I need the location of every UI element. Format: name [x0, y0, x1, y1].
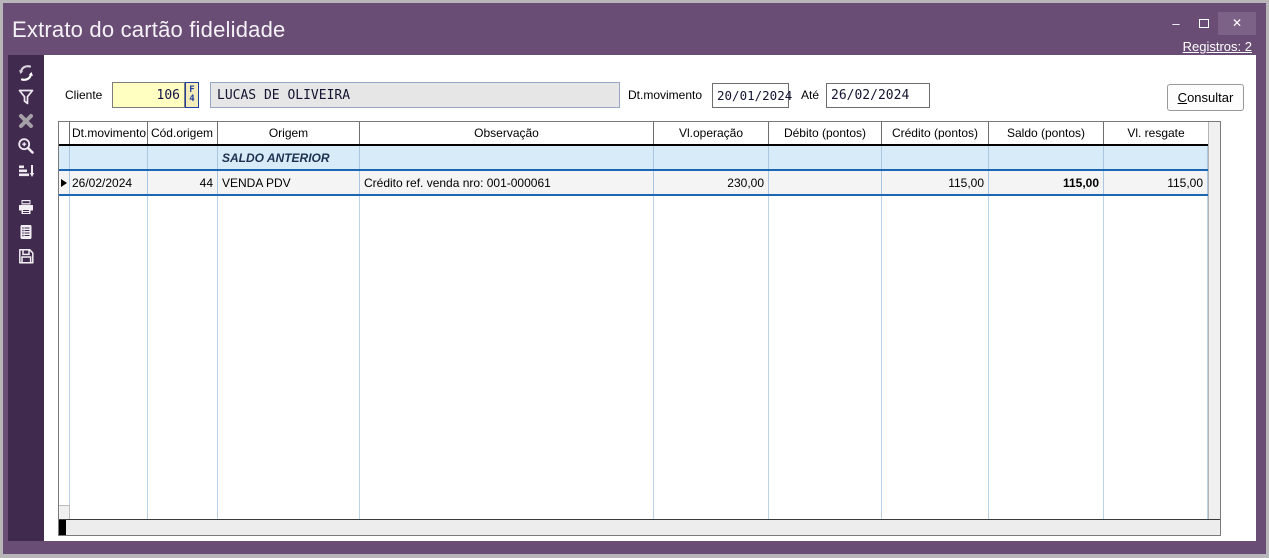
date-from-input[interactable]: 20/01/2024	[712, 83, 789, 108]
cell-vl_operacao[interactable]: 230,00	[654, 171, 769, 194]
saldo-anterior-cell: SALDO ANTERIOR	[218, 146, 360, 169]
loyalty-statement-grid: Dt.movimentoCód.origemOrigemObservaçãoVl…	[58, 121, 1221, 536]
empty-cell	[148, 146, 218, 169]
window-controls: – ✕	[1162, 11, 1256, 35]
cell-debito[interactable]	[769, 171, 882, 194]
close-button[interactable]: ✕	[1218, 12, 1256, 35]
grid-header-row: Dt.movimentoCód.origemOrigemObservaçãoVl…	[59, 122, 1208, 146]
refresh-icon[interactable]	[16, 63, 36, 83]
header-cell-debito: Débito (pontos)	[769, 122, 882, 144]
empty-cell	[70, 146, 148, 169]
toolbar-sidebar	[8, 55, 44, 541]
empty-column	[70, 196, 148, 519]
cell-vl_resgate[interactable]: 115,00	[1104, 171, 1208, 194]
zoom-icon[interactable]	[16, 136, 36, 156]
header-cell-vl_resgate: Vl. resgate	[1104, 122, 1208, 144]
app-window: Extrato do cartão fidelidade – ✕ Registr…	[3, 3, 1266, 554]
empty-column	[654, 196, 769, 519]
content-area: Cliente 106 F4 LUCAS DE OLIVEIRA Dt.movi…	[8, 55, 1256, 541]
consultar-button[interactable]: Consultar	[1167, 84, 1244, 111]
empty-column	[148, 196, 218, 519]
row-indicator-header	[59, 122, 70, 144]
empty-column	[769, 196, 882, 519]
current-row-indicator-icon	[61, 179, 67, 187]
horizontal-scrollbar[interactable]	[59, 519, 1220, 535]
titlebar[interactable]: Extrato do cartão fidelidade – ✕ Registr…	[3, 3, 1266, 55]
print-icon[interactable]	[16, 197, 36, 217]
empty-column	[989, 196, 1104, 519]
empty-column	[360, 196, 654, 519]
empty-cell	[59, 146, 70, 169]
empty-cell	[1104, 146, 1208, 169]
grid-corner-cell	[59, 505, 70, 519]
dt-movimento-label: Dt.movimento	[628, 88, 702, 102]
header-cell-dt: Dt.movimento	[70, 122, 148, 144]
saldo-anterior-row[interactable]: SALDO ANTERIOR	[59, 146, 1208, 169]
report-icon[interactable]	[16, 222, 36, 242]
maximize-button[interactable]	[1190, 12, 1218, 35]
empty-cell	[882, 146, 989, 169]
registros-link[interactable]: Registros: 2	[1183, 39, 1252, 54]
header-cell-cod: Cód.origem	[148, 122, 218, 144]
window-title: Extrato do cartão fidelidade	[12, 17, 285, 43]
f4-lookup-button[interactable]: F4	[185, 82, 199, 108]
close-icon: ✕	[1232, 16, 1242, 30]
grid-empty-area	[59, 196, 1208, 519]
empty-cell	[360, 146, 654, 169]
horizontal-scroll-thumb[interactable]	[59, 520, 66, 535]
cell-saldo[interactable]: 115,00	[989, 171, 1104, 194]
cell-origem[interactable]: VENDA PDV	[218, 171, 360, 194]
header-cell-saldo: Saldo (pontos)	[989, 122, 1104, 144]
cliente-label: Cliente	[65, 88, 102, 102]
cell-obs[interactable]: Crédito ref. venda nro: 001-000061	[360, 171, 654, 194]
date-to-input[interactable]: 26/02/2024	[826, 83, 930, 108]
header-cell-vl_operacao: Vl.operação	[654, 122, 769, 144]
cliente-code-input[interactable]: 106	[112, 82, 185, 108]
header-cell-origem: Origem	[218, 122, 360, 144]
empty-column	[218, 196, 360, 519]
filter-icon[interactable]	[16, 87, 36, 107]
cliente-name-field: LUCAS DE OLIVEIRA	[210, 82, 620, 108]
sort-icon[interactable]	[16, 161, 36, 181]
empty-cell	[989, 146, 1104, 169]
cell-dt[interactable]: 26/02/2024	[70, 171, 148, 194]
header-cell-obs: Observação	[360, 122, 654, 144]
empty-column	[59, 196, 70, 519]
vertical-scrollbar[interactable]	[1208, 122, 1220, 519]
clear-filter-icon[interactable]	[16, 111, 36, 131]
save-icon[interactable]	[16, 246, 36, 266]
empty-column	[1104, 196, 1208, 519]
minimize-button[interactable]: –	[1162, 12, 1190, 35]
empty-column	[882, 196, 989, 519]
maximize-icon	[1199, 19, 1209, 28]
ate-label: Até	[801, 88, 819, 102]
cell-cod[interactable]: 44	[148, 171, 218, 194]
header-cell-credito: Crédito (pontos)	[882, 122, 989, 144]
transaction-row[interactable]: 26/02/202444VENDA PDVCrédito ref. venda …	[59, 169, 1208, 196]
minimize-icon: –	[1172, 16, 1179, 31]
cell-credito[interactable]: 115,00	[882, 171, 989, 194]
current-row-indicator-cell	[59, 171, 70, 194]
empty-cell	[654, 146, 769, 169]
empty-cell	[769, 146, 882, 169]
